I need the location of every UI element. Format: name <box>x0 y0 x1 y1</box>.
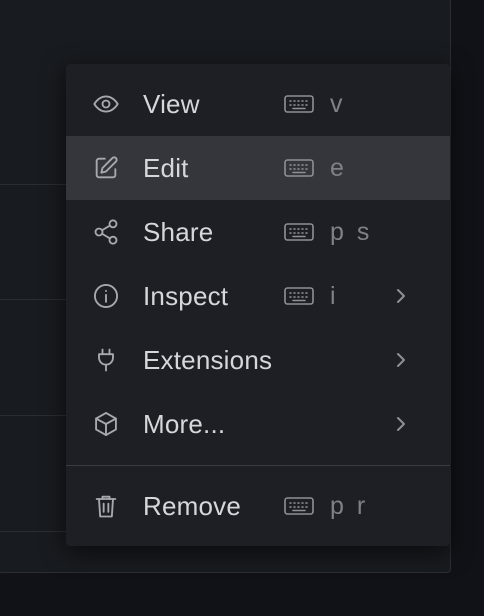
menu-item-share[interactable]: Share p s <box>66 200 450 264</box>
pencil-square-icon <box>92 154 120 182</box>
menu-item-inspect[interactable]: Inspect i <box>66 264 450 328</box>
background-divider <box>0 299 70 300</box>
menu-item-label: Remove <box>143 490 242 521</box>
background-divider <box>0 184 70 185</box>
shortcut-text: e <box>330 153 347 182</box>
menu-divider <box>66 465 450 466</box>
menu-item-more[interactable]: More... <box>66 392 450 456</box>
shortcut-text: p r <box>330 491 369 520</box>
context-menu: View v Edit e Share p s Inspect i Extens… <box>66 64 450 546</box>
cube-icon <box>92 410 120 438</box>
chevron-right-icon <box>394 415 408 433</box>
menu-item-view[interactable]: View v <box>66 72 450 136</box>
shortcut-text: i <box>330 281 339 310</box>
shortcut-text: v <box>330 89 346 118</box>
keyboard-icon <box>284 496 314 516</box>
menu-item-remove[interactable]: Remove p r <box>66 474 450 538</box>
menu-item-label: Extensions <box>143 344 273 375</box>
eye-icon <box>92 90 120 118</box>
menu-item-edit[interactable]: Edit e <box>66 136 450 200</box>
menu-item-extensions[interactable]: Extensions <box>66 328 450 392</box>
chevron-right-icon <box>394 287 408 305</box>
background-divider <box>0 415 70 416</box>
keyboard-icon <box>284 158 314 178</box>
menu-item-label: More... <box>143 408 226 439</box>
plug-icon <box>92 346 120 374</box>
menu-item-label: Edit <box>143 152 189 183</box>
menu-item-label: View <box>143 88 200 119</box>
background-divider <box>0 531 70 532</box>
menu-item-label: Share <box>143 216 214 247</box>
keyboard-icon <box>284 94 314 114</box>
keyboard-icon <box>284 222 314 242</box>
info-circle-icon <box>92 282 120 310</box>
chevron-right-icon <box>394 351 408 369</box>
trash-icon <box>92 492 120 520</box>
keyboard-icon <box>284 286 314 306</box>
share-icon <box>92 218 120 246</box>
shortcut-text: p s <box>330 217 373 246</box>
menu-item-label: Inspect <box>143 280 229 311</box>
